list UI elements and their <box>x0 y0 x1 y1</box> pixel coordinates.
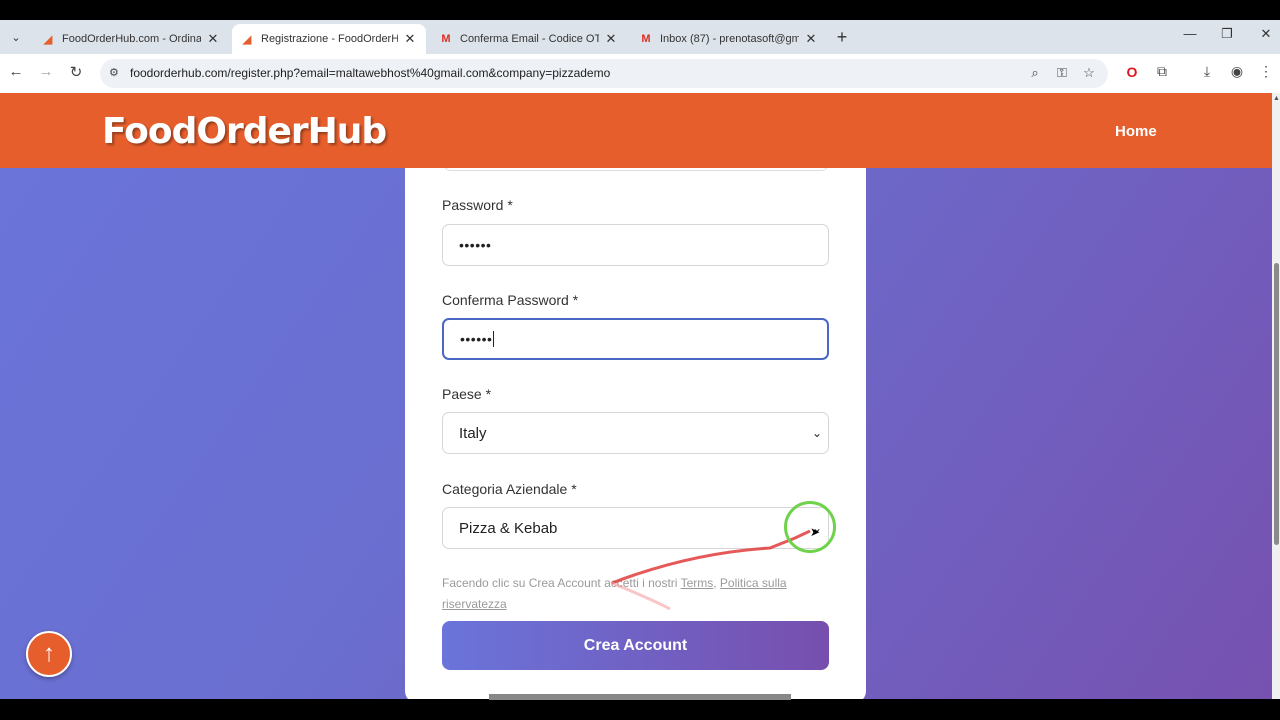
country-label: Paese * <box>442 386 492 402</box>
close-icon[interactable]: ✕ <box>603 31 619 47</box>
chevron-down-icon: ⌄ <box>811 426 822 440</box>
mouse-cursor-icon: ➤ <box>810 525 821 539</box>
close-icon[interactable]: ✕ <box>205 31 221 47</box>
nav-home-link[interactable]: Home <box>1115 123 1157 140</box>
zoom-icon[interactable]: ⌕ <box>1026 65 1044 81</box>
category-selected-value: Pizza & Kebab <box>459 519 558 537</box>
profile-avatar-icon[interactable]: ◉ <box>1227 63 1247 80</box>
password-value: •••••• <box>459 237 492 253</box>
forward-arrow-icon[interactable]: → <box>36 63 56 80</box>
screen-bottom-border <box>0 699 1280 720</box>
site-info-icon[interactable]: ⚙ <box>109 66 119 79</box>
tab-gmail-inbox[interactable]: M Inbox (87) - prenotasoft@gmail ✕ <box>631 24 827 54</box>
create-account-button[interactable]: Crea Account <box>442 621 829 670</box>
password-label: Password * <box>442 197 513 213</box>
foodorderhub-favicon-icon: ◢ <box>43 33 53 46</box>
confirm-password-input[interactable]: •••••• <box>442 318 829 360</box>
scrollbar-thumb[interactable] <box>1274 263 1279 545</box>
tab-search-chevron-icon[interactable]: ⌄ <box>5 26 27 48</box>
close-icon[interactable]: ✕ <box>402 31 418 47</box>
browser-tabstrip: ⌄ ◢ FoodOrderHub.com - Ordina cibo ✕ ◢ R… <box>0 20 1280 54</box>
gmail-icon: M <box>641 33 651 45</box>
tab-title: Registrazione - FoodOrderHub <box>261 33 398 45</box>
download-icon[interactable]: ⤓ <box>1197 63 1217 80</box>
tab-registrazione[interactable]: ◢ Registrazione - FoodOrderHub ✕ <box>232 24 426 54</box>
password-key-icon[interactable]: ⚿ <box>1053 65 1071 81</box>
tab-conferma-email[interactable]: M Conferma Email - Codice OTP - ✕ <box>431 24 627 54</box>
page-scrollbar[interactable]: ▲ <box>1272 93 1280 699</box>
tab-title: Conferma Email - Codice OTP - <box>460 33 599 45</box>
tab-title: FoodOrderHub.com - Ordina cibo <box>62 33 201 45</box>
opera-extension-icon[interactable]: O <box>1122 64 1142 80</box>
bookmark-star-icon[interactable]: ☆ <box>1080 65 1098 81</box>
category-label: Categoria Aziendale * <box>442 481 577 497</box>
back-arrow-icon[interactable]: ← <box>6 63 26 80</box>
video-progress-bar <box>489 694 791 700</box>
site-header: FoodOrderHub Home <box>0 93 1272 168</box>
extensions-puzzle-icon[interactable]: ⧉ <box>1152 63 1172 80</box>
site-logo[interactable]: FoodOrderHub <box>102 111 387 152</box>
tab-title: Inbox (87) - prenotasoft@gmail <box>660 33 799 45</box>
browser-toolbar: ← → ↻ ⚙ foodorderhub.com/register.php?em… <box>0 54 1280 93</box>
close-icon[interactable]: ✕ <box>803 31 819 47</box>
address-bar[interactable]: ⚙ foodorderhub.com/register.php?email=ma… <box>100 59 1108 88</box>
country-select[interactable]: Italy ⌄ <box>442 412 829 454</box>
tab-foodorderhub-home[interactable]: ◢ FoodOrderHub.com - Ordina cibo ✕ <box>33 24 229 54</box>
text-caret <box>493 331 495 347</box>
window-close-icon[interactable]: ✕ <box>1256 26 1276 42</box>
screen-top-border <box>0 0 1280 20</box>
country-selected-value: Italy <box>459 424 487 442</box>
foodorderhub-favicon-icon: ◢ <box>242 33 252 46</box>
confirm-password-label: Conferma Password * <box>442 292 579 308</box>
gmail-icon: M <box>441 33 451 45</box>
new-tab-plus-icon[interactable]: + <box>832 27 852 48</box>
url-text: foodorderhub.com/register.php?email=malt… <box>130 66 611 80</box>
confirm-password-value: •••••• <box>460 331 493 347</box>
menu-kebab-icon[interactable]: ⋮ <box>1256 63 1276 80</box>
reload-icon[interactable]: ↻ <box>66 63 86 81</box>
scroll-up-icon[interactable]: ▲ <box>1273 95 1280 102</box>
restore-icon[interactable]: ❐ <box>1217 26 1237 42</box>
minimize-icon[interactable]: — <box>1180 26 1200 41</box>
back-to-top-arrow-icon[interactable]: ↑ <box>26 631 72 677</box>
password-input[interactable]: •••••• <box>442 224 829 266</box>
page-viewport: Password * •••••• Conferma Password * ••… <box>0 93 1272 699</box>
